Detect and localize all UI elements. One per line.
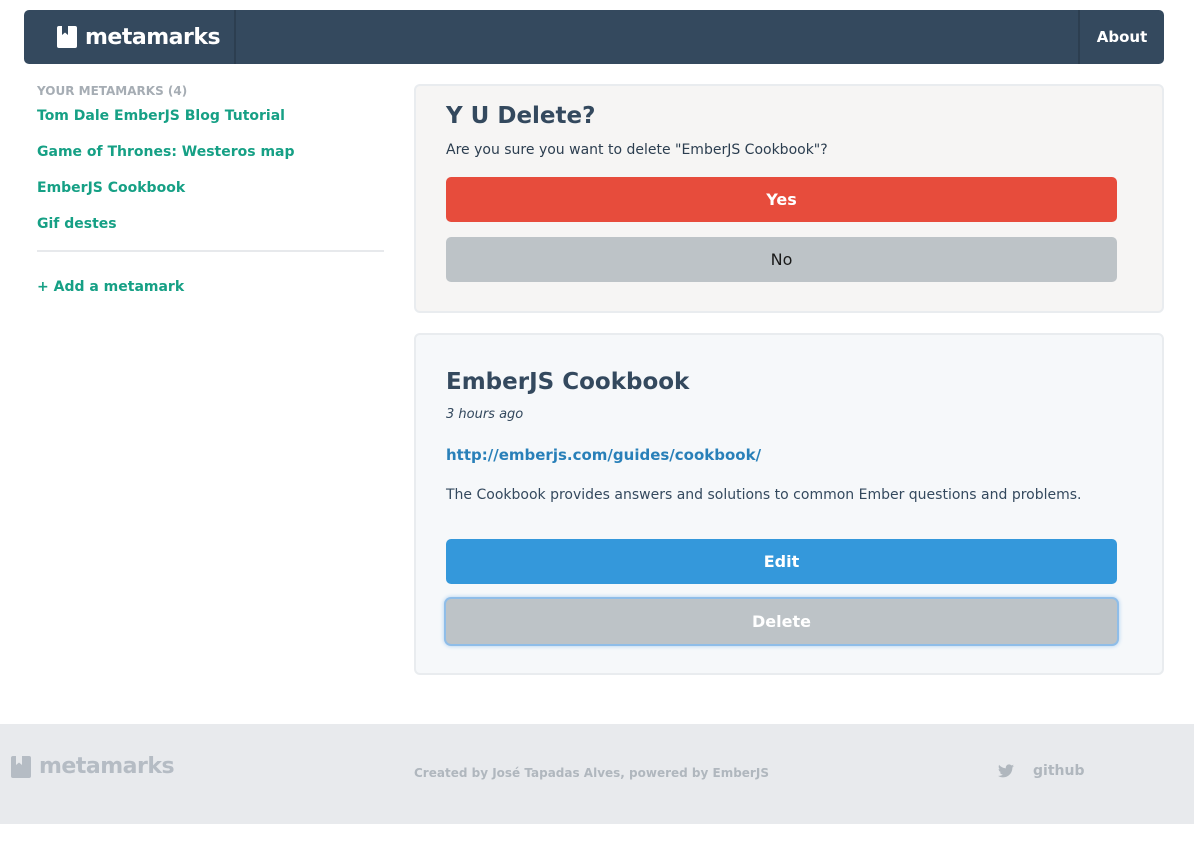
footer: metamarks Created by José Tapadas Alves,… bbox=[0, 724, 1194, 824]
top-navbar: metamarks About bbox=[24, 10, 1164, 64]
sidebar-item-emberjs-cookbook[interactable]: EmberJS Cookbook bbox=[37, 179, 384, 215]
confirm-question: Are you sure you want to delete "EmberJS… bbox=[446, 142, 828, 158]
footer-social: github bbox=[998, 763, 1084, 779]
edit-button[interactable]: Edit bbox=[446, 539, 1117, 584]
sidebar-item-westeros-map[interactable]: Game of Thrones: Westeros map bbox=[37, 143, 384, 179]
metamark-detail-panel: EmberJS Cookbook 3 hours ago http://embe… bbox=[414, 333, 1164, 675]
metamark-timestamp: 3 hours ago bbox=[446, 407, 524, 422]
about-link[interactable]: About bbox=[1078, 10, 1164, 64]
no-button[interactable]: No bbox=[446, 237, 1117, 282]
metamark-url-link[interactable]: http://emberjs.com/guides/cookbook/ bbox=[446, 446, 761, 464]
footer-brand: metamarks bbox=[11, 754, 175, 779]
sidebar: YOUR METAMARKS (4) Tom Dale EmberJS Blog… bbox=[37, 84, 384, 295]
sidebar-item-tom-dale-tutorial[interactable]: Tom Dale EmberJS Blog Tutorial bbox=[37, 107, 384, 143]
sidebar-heading: YOUR METAMARKS (4) bbox=[37, 84, 188, 98]
delete-button[interactable]: Delete bbox=[446, 599, 1117, 644]
delete-confirm-panel: Y U Delete? Are you sure you want to del… bbox=[414, 84, 1164, 313]
metamark-description: The Cookbook provides answers and soluti… bbox=[446, 487, 1082, 503]
sidebar-item-gif-destes[interactable]: Gif destes bbox=[37, 215, 384, 251]
brand-name: metamarks bbox=[85, 24, 221, 50]
bookmark-box-icon bbox=[11, 755, 31, 778]
add-metamark-link[interactable]: + Add a metamark bbox=[37, 279, 184, 295]
bookmark-box-icon bbox=[57, 26, 77, 48]
twitter-icon[interactable] bbox=[998, 764, 1014, 778]
metamark-title: EmberJS Cookbook bbox=[446, 369, 690, 395]
sidebar-divider bbox=[37, 250, 384, 252]
footer-brand-name: metamarks bbox=[39, 754, 175, 779]
yes-button[interactable]: Yes bbox=[446, 177, 1117, 222]
github-link[interactable]: github bbox=[1033, 763, 1084, 779]
confirm-title: Y U Delete? bbox=[446, 103, 596, 129]
footer-credit: Created by José Tapadas Alves, powered b… bbox=[414, 766, 769, 780]
brand-logo[interactable]: metamarks bbox=[24, 10, 236, 64]
